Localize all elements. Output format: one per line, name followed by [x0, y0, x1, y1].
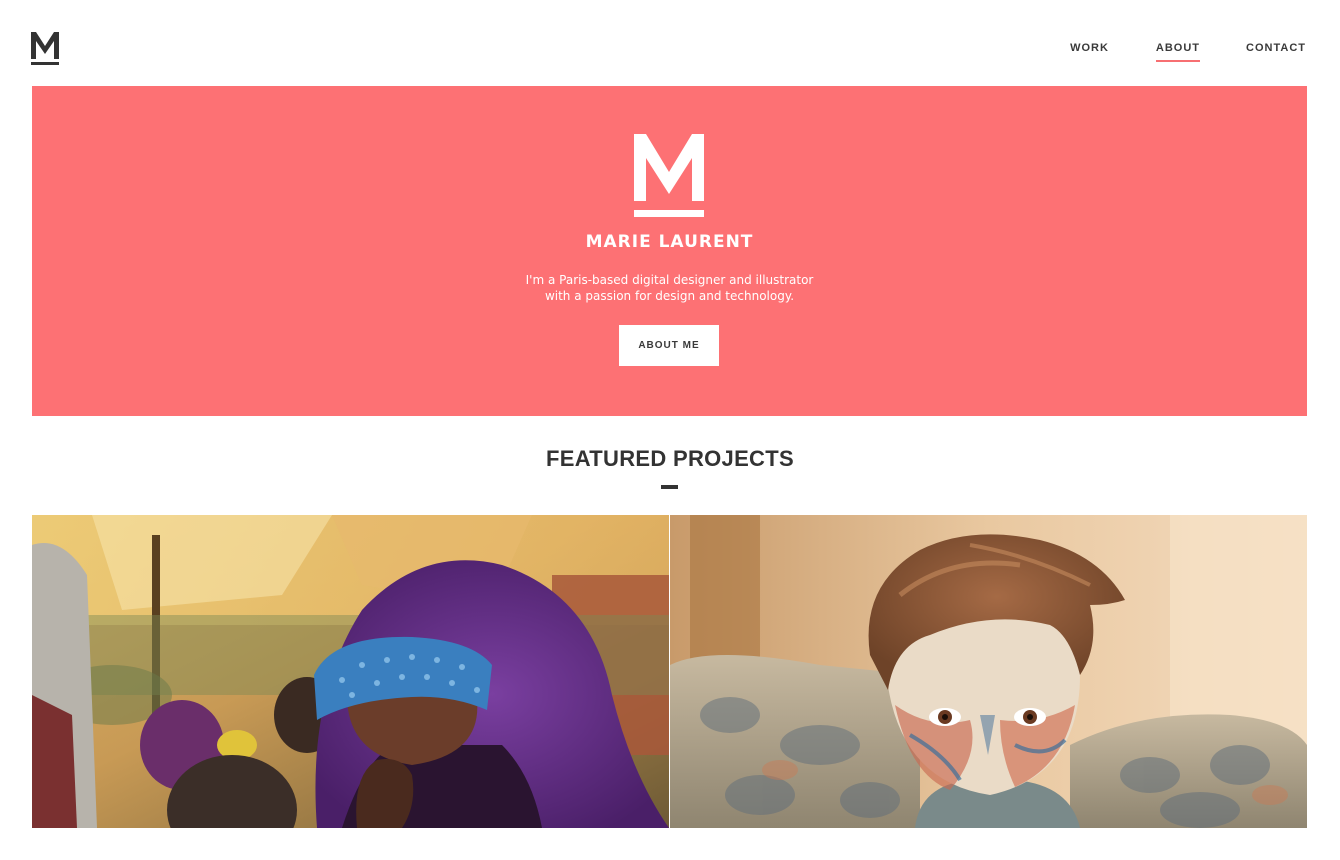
- child-with-painted-face-photo: [670, 515, 1307, 828]
- hero-description: I'm a Paris-based digital designer and i…: [32, 272, 1307, 304]
- about-me-button[interactable]: ABOUT ME: [619, 325, 719, 366]
- hero-description-line: with a passion for design and technology…: [544, 289, 795, 303]
- m-logo-icon: [634, 134, 704, 217]
- site-header: WORK ABOUT CONTACT: [0, 0, 1340, 86]
- m-logo-icon[interactable]: [31, 32, 59, 66]
- nav-work[interactable]: WORK: [1070, 42, 1109, 62]
- project-card[interactable]: [32, 515, 669, 828]
- hero-description-line: I'm a Paris-based digital designer and i…: [525, 273, 814, 287]
- main-nav: WORK ABOUT CONTACT: [1070, 42, 1306, 62]
- featured-projects-heading: FEATURED PROJECTS: [546, 446, 794, 471]
- heading-divider: [661, 485, 678, 489]
- nav-contact[interactable]: CONTACT: [1246, 42, 1306, 62]
- project-card[interactable]: [670, 515, 1307, 828]
- projects-grid: [32, 515, 1307, 828]
- woman-in-purple-hijab-photo: [32, 515, 669, 828]
- hero-name: MARIE LAURENT: [585, 232, 754, 252]
- nav-about[interactable]: ABOUT: [1155, 42, 1201, 62]
- hero-banner: MARIE LAURENT I'm a Paris-based digital …: [32, 86, 1307, 416]
